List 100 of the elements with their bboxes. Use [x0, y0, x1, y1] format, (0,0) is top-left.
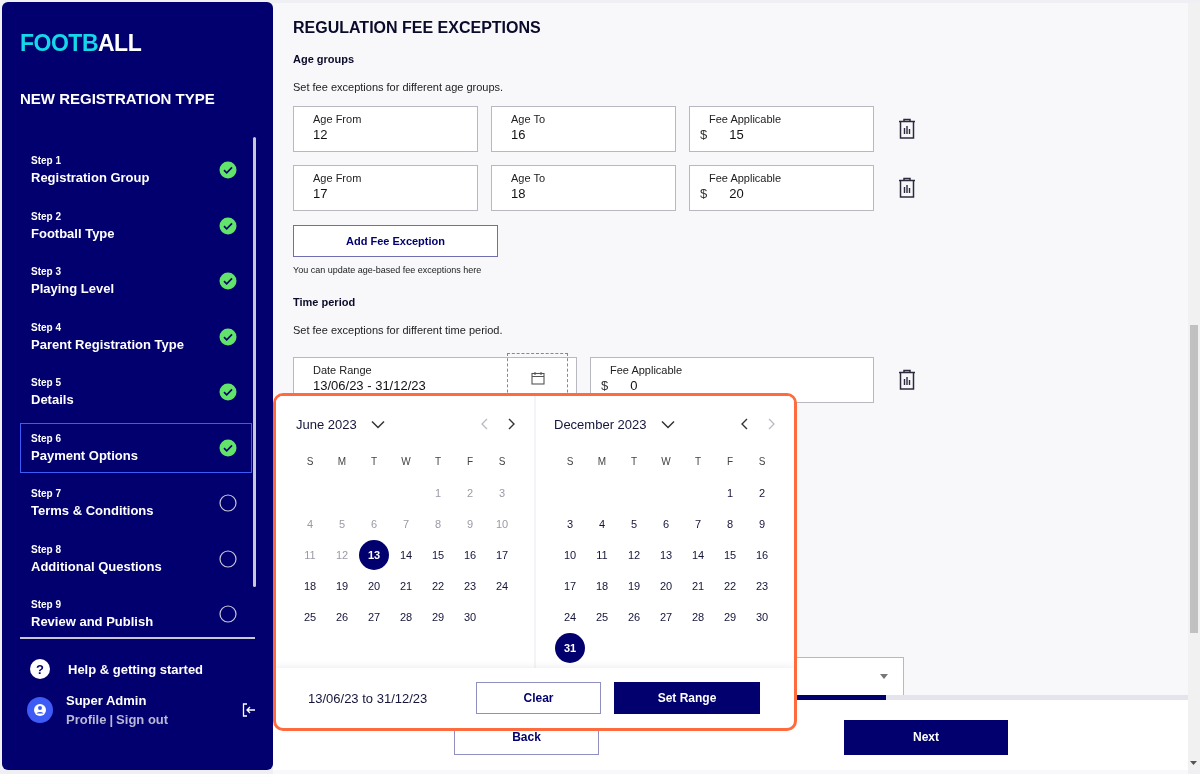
next-month-icon[interactable]: [507, 418, 516, 430]
calendar-day[interactable]: 29: [423, 601, 453, 632]
step-item[interactable]: Step 6 Payment Options: [20, 422, 252, 473]
calendar-day[interactable]: 27: [359, 601, 389, 632]
calendar-day[interactable]: 3: [555, 508, 585, 539]
subsection-heading: Age groups: [293, 53, 355, 65]
calendar-day[interactable]: 16: [747, 539, 777, 570]
weekday-label: W: [400, 455, 412, 469]
calendar-day[interactable]: 28: [683, 601, 713, 632]
step-item[interactable]: Step 4 Parent Registration Type: [20, 311, 252, 362]
calendar-day[interactable]: 30: [747, 601, 777, 632]
calendar-day[interactable]: 7: [683, 508, 713, 539]
empty-circle-icon: [219, 494, 237, 512]
calendar-day[interactable]: 16: [455, 539, 485, 570]
calendar-icon[interactable]: [530, 371, 545, 385]
logo-text: FOOTB: [20, 30, 98, 56]
calendar-day[interactable]: 31: [555, 632, 585, 663]
calendar-day[interactable]: 17: [555, 570, 585, 601]
field-value: 12: [313, 127, 328, 142]
calendar-day[interactable]: 26: [327, 601, 357, 632]
step-item[interactable]: Step 8 Additional Questions: [20, 533, 252, 584]
help-link[interactable]: Help & getting started: [68, 661, 204, 677]
profile-link[interactable]: Profile: [66, 712, 107, 727]
clear-button[interactable]: Clear: [476, 682, 601, 714]
calendar-day[interactable]: 18: [295, 570, 325, 601]
calendar-day[interactable]: 15: [715, 539, 745, 570]
calendar-day[interactable]: 28: [391, 601, 421, 632]
weekday-label: F: [725, 455, 735, 469]
fee-field[interactable]: Fee Applicable $ 15: [689, 106, 874, 152]
calendar-day[interactable]: 24: [555, 601, 585, 632]
calendar-day[interactable]: 18: [587, 570, 617, 601]
calendar-day[interactable]: 10: [555, 539, 585, 570]
calendar-day[interactable]: 9: [747, 508, 777, 539]
calendar-day[interactable]: 14: [683, 539, 713, 570]
calendar-day[interactable]: 20: [651, 570, 681, 601]
step-number: Step 6: [31, 432, 62, 444]
calendar-day[interactable]: 4: [587, 508, 617, 539]
age-from-field[interactable]: Age From 17: [293, 165, 478, 211]
calendar-day[interactable]: 22: [423, 570, 453, 601]
calendar-day[interactable]: 24: [487, 570, 517, 601]
calendar-day[interactable]: 8: [715, 508, 745, 539]
calendar-day[interactable]: 22: [715, 570, 745, 601]
calendar-day[interactable]: 21: [683, 570, 713, 601]
trash-icon[interactable]: [897, 177, 917, 199]
calendar-day[interactable]: 30: [455, 601, 485, 632]
calendar-day: 4: [295, 508, 325, 539]
trash-icon[interactable]: [897, 369, 917, 391]
chevron-down-icon[interactable]: [370, 419, 385, 429]
scrollbar-thumb[interactable]: [253, 137, 256, 587]
set-range-button[interactable]: Set Range: [614, 682, 760, 714]
calendar-day[interactable]: 12: [619, 539, 649, 570]
step-item[interactable]: Step 7 Terms & Conditions: [20, 478, 252, 528]
fee-field[interactable]: Fee Applicable $ 20: [689, 165, 874, 211]
calendar-day[interactable]: 20: [359, 570, 389, 601]
help-icon[interactable]: ?: [30, 659, 50, 679]
calendar-day[interactable]: 13: [651, 539, 681, 570]
chevron-down-icon[interactable]: [660, 419, 675, 429]
previous-month-icon[interactable]: [740, 418, 749, 430]
step-item[interactable]: Step 9 Review and Publish: [20, 589, 252, 631]
calendar-day[interactable]: 11: [587, 539, 617, 570]
step-item[interactable]: Step 1 Registration Group: [20, 145, 252, 195]
calendar-day[interactable]: 5: [619, 508, 649, 539]
calendar-day[interactable]: 27: [651, 601, 681, 632]
calendar-day: 7: [391, 508, 421, 539]
calendar-day[interactable]: 26: [619, 601, 649, 632]
calendar-day[interactable]: 25: [587, 601, 617, 632]
age-to-field[interactable]: Age To 16: [491, 106, 676, 152]
month-title[interactable]: June 2023: [296, 416, 357, 432]
step-item[interactable]: Step 3 Playing Level: [20, 256, 252, 306]
trash-icon[interactable]: [897, 118, 917, 140]
calendar-day[interactable]: 19: [327, 570, 357, 601]
next-button[interactable]: Next: [844, 719, 1008, 755]
add-fee-exception-button[interactable]: Add Fee Exception: [293, 225, 498, 257]
step-item[interactable]: Step 5 Details: [20, 367, 252, 417]
step-number: Step 4: [31, 321, 62, 333]
calendar-day[interactable]: 13: [359, 539, 389, 570]
calendar-day[interactable]: 21: [391, 570, 421, 601]
calendar-day[interactable]: 15: [423, 539, 453, 570]
calendar-day[interactable]: 6: [651, 508, 681, 539]
calendar-day[interactable]: 2: [747, 477, 777, 508]
field-label: Fee Applicable: [610, 364, 684, 376]
calendar-day[interactable]: 14: [391, 539, 421, 570]
check-circle-icon: [219, 438, 237, 457]
field-label: Age To: [511, 172, 547, 184]
calendar-day[interactable]: 23: [747, 570, 777, 601]
age-from-field[interactable]: Age From 12: [293, 106, 478, 152]
age-to-field[interactable]: Age To 18: [491, 165, 676, 211]
step-item[interactable]: Step 2 Football Type: [20, 200, 252, 251]
sign-out-link[interactable]: Sign out: [116, 712, 169, 727]
calendar-day[interactable]: 19: [619, 570, 649, 601]
calendar-day[interactable]: 29: [715, 601, 745, 632]
check-circle-icon: [219, 216, 237, 235]
calendar-day[interactable]: 17: [487, 539, 517, 570]
logout-icon[interactable]: [241, 702, 257, 718]
scrollbar-thumb[interactable]: [1190, 325, 1198, 633]
month-title[interactable]: December 2023: [554, 416, 647, 432]
calendar-day[interactable]: 23: [455, 570, 485, 601]
empty-circle-icon: [219, 549, 237, 568]
calendar-day[interactable]: 1: [715, 477, 745, 508]
calendar-day[interactable]: 25: [295, 601, 325, 632]
